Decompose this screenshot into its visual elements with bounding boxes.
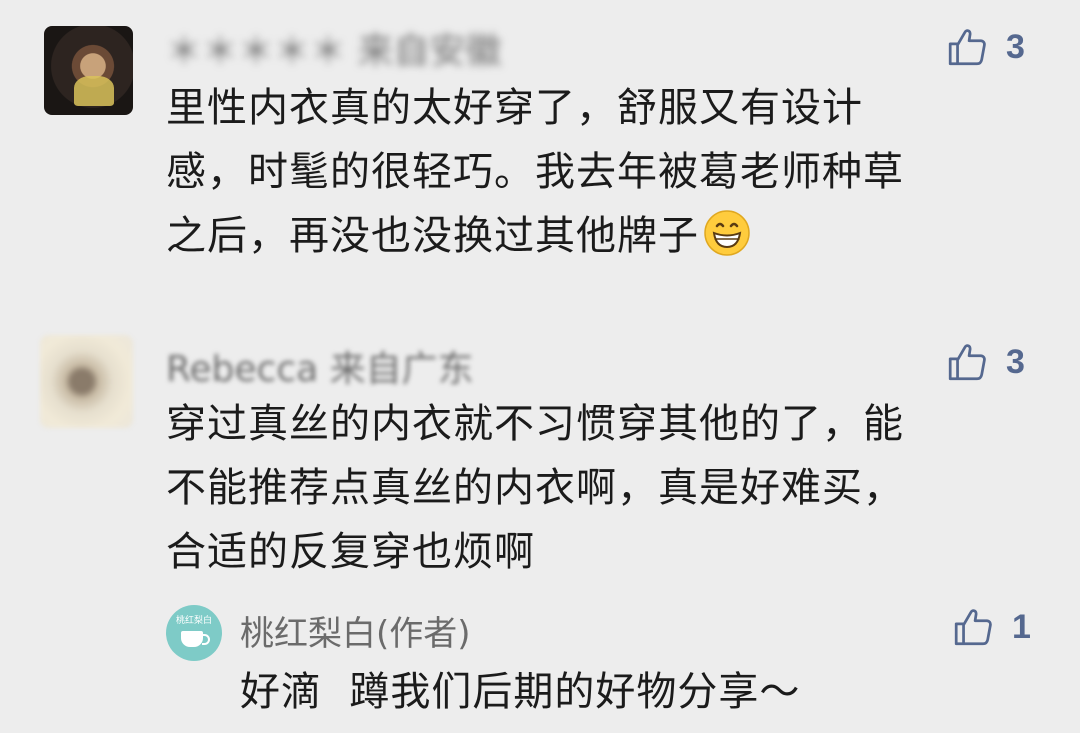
grinning-face-icon	[703, 209, 751, 257]
thumbs-up-icon	[948, 344, 986, 381]
comment-text: 穿过真丝的内衣就不习惯穿其他的了，能 不能推荐点真丝的内衣啊，真是好难买， 合适…	[166, 401, 904, 575]
avatar[interactable]	[44, 26, 133, 115]
like-count: 1	[1012, 607, 1031, 646]
author-avatar[interactable]: 桃红梨白	[166, 605, 222, 661]
teacup-icon	[181, 631, 210, 647]
like-count: 3	[1006, 342, 1025, 381]
avatar[interactable]	[40, 335, 133, 428]
avatar-logo-text: 桃红梨白	[175, 616, 212, 626]
like-count: 3	[1006, 27, 1025, 66]
author-username[interactable]: 桃红梨白(作者)	[240, 606, 471, 655]
comment-text: 里性内衣真的太好穿了，舒服又有设计 感，时髦的很轻巧。我去年被葛老师种草 之后，…	[166, 76, 904, 268]
comment-body: 里性内衣真的太好穿了，舒服又有设计 感，时髦的很轻巧。我去年被葛老师种草 之后，…	[166, 85, 904, 259]
reply-text: 好滴 蹲我们后期的好物分享～	[240, 669, 801, 715]
username-blurred[interactable]: Rebecca 来自广东	[166, 340, 474, 392]
username-blurred[interactable]: ＊＊＊＊＊ 来自安徽	[166, 22, 501, 74]
like-button[interactable]: 3	[946, 340, 1025, 384]
like-button[interactable]: 1	[952, 605, 1031, 649]
thumbs-up-icon	[948, 29, 986, 66]
like-button[interactable]: 3	[946, 25, 1025, 69]
thumbs-up-icon	[954, 609, 992, 646]
